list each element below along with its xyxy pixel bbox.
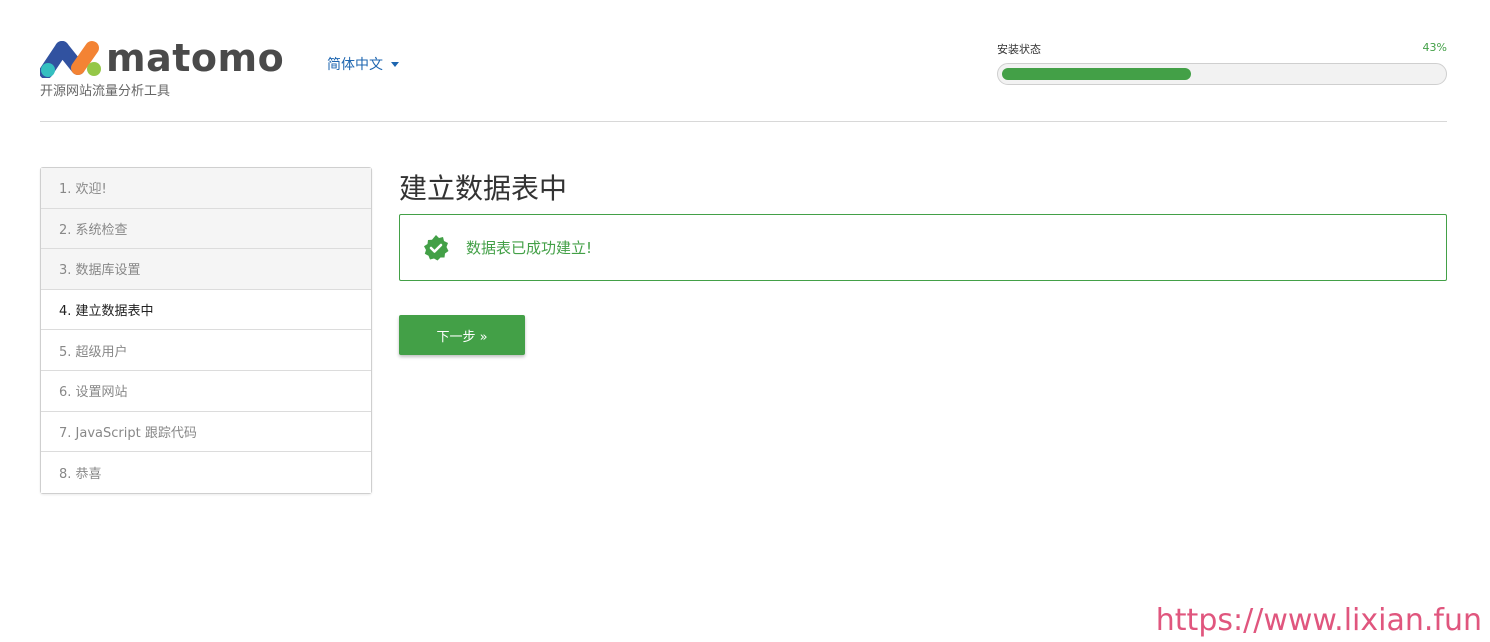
watermark: https://www.lixian.fun: [1155, 603, 1482, 638]
step-label: 4. 建立数据表中: [59, 304, 154, 320]
brand: matomo 开源网站流量分析工具: [40, 38, 284, 99]
progress-fill: [1002, 68, 1192, 80]
step-label: 2. 系统检查: [59, 222, 128, 238]
step-item: 5. 超级用户: [41, 330, 371, 371]
step-item: 1. 欢迎!: [41, 168, 371, 209]
step-label: 1. 欢迎!: [59, 182, 107, 198]
install-progress: 安装状态 43%: [997, 41, 1447, 85]
step-label: 6. 设置网站: [59, 385, 128, 401]
matomo-logo-icon: [40, 41, 101, 78]
step-item: 2. 系统检查: [41, 208, 371, 250]
language-selector[interactable]: 简体中文: [327, 54, 399, 74]
step-item: 8. 恭喜: [41, 452, 371, 493]
step-label: 5. 超级用户: [59, 344, 128, 360]
next-button[interactable]: 下一步 »: [399, 315, 525, 355]
verified-check-icon: [424, 234, 449, 260]
logo-text: matomo: [106, 36, 285, 80]
step-item: 6. 设置网站: [41, 370, 371, 412]
step-item: 3. 数据库设置: [41, 249, 371, 290]
success-notification: 数据表已成功建立!: [399, 214, 1447, 281]
tagline: 开源网站流量分析工具: [40, 84, 171, 99]
progress-label: 安装状态: [997, 43, 1041, 56]
caret-down-icon: [391, 61, 399, 67]
step-label: 8. 恭喜: [59, 466, 102, 482]
progress-track: [997, 63, 1447, 85]
step-label: 7. JavaScript 跟踪代码: [59, 425, 197, 441]
page-title: 建立数据表中: [399, 172, 568, 205]
header-divider: [40, 121, 1447, 122]
step-item: 7. JavaScript 跟踪代码: [41, 411, 371, 453]
step-label: 3. 数据库设置: [59, 263, 141, 279]
step-item: 4. 建立数据表中: [41, 289, 371, 331]
install-steps: 1. 欢迎! 2. 系统检查 3. 数据库设置 4. 建立数据表中 5. 超级用…: [40, 167, 372, 494]
progress-percent: 43%: [1422, 41, 1447, 54]
success-message: 数据表已成功建立!: [466, 239, 593, 257]
language-label: 简体中文: [327, 57, 383, 73]
